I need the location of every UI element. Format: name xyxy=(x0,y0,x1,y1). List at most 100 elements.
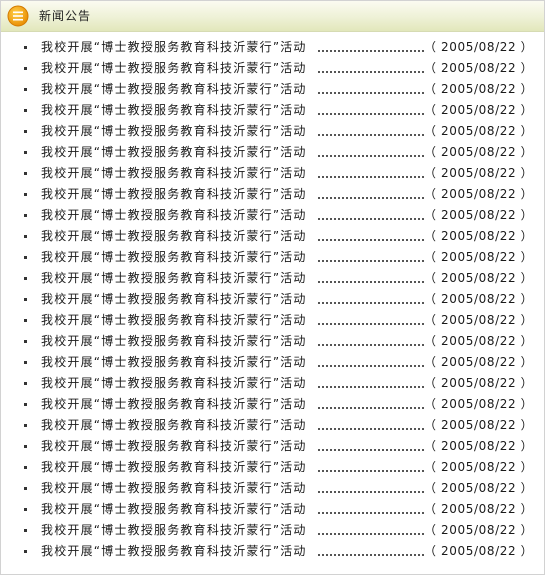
news-item: 我校开展“博士教授服务教育科技沂蒙行”活动 （ 2005/08/22 ） xyxy=(1,331,544,352)
news-title-link[interactable]: 我校开展“博士教授服务教育科技沂蒙行”活动 xyxy=(41,457,307,478)
bullet-icon xyxy=(24,466,27,469)
news-date: （ 2005/08/22 ） xyxy=(424,502,534,516)
bullet-icon xyxy=(24,256,27,259)
news-date: （ 2005/08/22 ） xyxy=(424,544,534,558)
news-title-link[interactable]: 我校开展“博士教授服务教育科技沂蒙行”活动 xyxy=(41,163,307,184)
news-item: 我校开展“博士教授服务教育科技沂蒙行”活动 （ 2005/08/22 ） xyxy=(1,121,544,142)
news-item: 我校开展“博士教授服务教育科技沂蒙行”活动 （ 2005/08/22 ） xyxy=(1,499,544,520)
news-title-link[interactable]: 我校开展“博士教授服务教育科技沂蒙行”活动 xyxy=(41,289,307,310)
news-title-link[interactable]: 我校开展“博士教授服务教育科技沂蒙行”活动 xyxy=(41,478,307,499)
news-date: （ 2005/08/22 ） xyxy=(424,250,534,264)
news-date: （ 2005/08/22 ） xyxy=(424,355,534,369)
news-item: 我校开展“博士教授服务教育科技沂蒙行”活动 （ 2005/08/22 ） xyxy=(1,394,544,415)
news-title-link[interactable]: 我校开展“博士教授服务教育科技沂蒙行”活动 xyxy=(41,352,307,373)
news-item: 我校开展“博士教授服务教育科技沂蒙行”活动 （ 2005/08/22 ） xyxy=(1,352,544,373)
news-panel: 新闻公告 我校开展“博士教授服务教育科技沂蒙行”活动 （ 2005/08/22 ）… xyxy=(0,0,545,575)
news-date: （ 2005/08/22 ） xyxy=(424,40,534,54)
dotted-leader xyxy=(318,176,424,179)
news-date: （ 2005/08/22 ） xyxy=(424,208,534,222)
dotted-leader xyxy=(318,344,424,347)
list-icon xyxy=(7,5,29,27)
bullet-icon xyxy=(24,508,27,511)
panel-header: 新闻公告 xyxy=(1,1,544,32)
dotted-leader xyxy=(318,365,424,368)
dotted-leader xyxy=(318,386,424,389)
news-title-link[interactable]: 我校开展“博士教授服务教育科技沂蒙行”活动 xyxy=(41,373,307,394)
news-title-link[interactable]: 我校开展“博士教授服务教育科技沂蒙行”活动 xyxy=(41,142,307,163)
bullet-icon xyxy=(24,445,27,448)
news-item: 我校开展“博士教授服务教育科技沂蒙行”活动 （ 2005/08/22 ） xyxy=(1,163,544,184)
news-title-link[interactable]: 我校开展“博士教授服务教育科技沂蒙行”活动 xyxy=(41,58,307,79)
news-item: 我校开展“博士教授服务教育科技沂蒙行”活动 （ 2005/08/22 ） xyxy=(1,184,544,205)
bullet-icon xyxy=(24,487,27,490)
news-title-link[interactable]: 我校开展“博士教授服务教育科技沂蒙行”活动 xyxy=(41,184,307,205)
news-title-link[interactable]: 我校开展“博士教授服务教育科技沂蒙行”活动 xyxy=(41,541,307,562)
news-item: 我校开展“博士教授服务教育科技沂蒙行”活动 （ 2005/08/22 ） xyxy=(1,37,544,58)
news-item: 我校开展“博士教授服务教育科技沂蒙行”活动 （ 2005/08/22 ） xyxy=(1,100,544,121)
dotted-leader xyxy=(318,197,424,200)
news-item: 我校开展“博士教授服务教育科技沂蒙行”活动 （ 2005/08/22 ） xyxy=(1,247,544,268)
news-date: （ 2005/08/22 ） xyxy=(424,292,534,306)
bullet-icon xyxy=(24,172,27,175)
bullet-icon xyxy=(24,340,27,343)
dotted-leader xyxy=(318,491,424,494)
news-title-link[interactable]: 我校开展“博士教授服务教育科技沂蒙行”活动 xyxy=(41,37,307,58)
bullet-icon xyxy=(24,550,27,553)
news-date: （ 2005/08/22 ） xyxy=(424,145,534,159)
news-title-link[interactable]: 我校开展“博士教授服务教育科技沂蒙行”活动 xyxy=(41,100,307,121)
bullet-icon xyxy=(24,424,27,427)
bullet-icon xyxy=(24,298,27,301)
dotted-leader xyxy=(318,50,424,53)
bullet-icon xyxy=(24,277,27,280)
dotted-leader xyxy=(318,281,424,284)
news-title-link[interactable]: 我校开展“博士教授服务教育科技沂蒙行”活动 xyxy=(41,268,307,289)
dotted-leader xyxy=(318,470,424,473)
news-date: （ 2005/08/22 ） xyxy=(424,523,534,537)
bullet-icon xyxy=(24,151,27,154)
news-item: 我校开展“博士教授服务教育科技沂蒙行”活动 （ 2005/08/22 ） xyxy=(1,205,544,226)
bullet-icon xyxy=(24,109,27,112)
news-item: 我校开展“博士教授服务教育科技沂蒙行”活动 （ 2005/08/22 ） xyxy=(1,478,544,499)
news-title-link[interactable]: 我校开展“博士教授服务教育科技沂蒙行”活动 xyxy=(41,226,307,247)
dotted-leader xyxy=(318,428,424,431)
dotted-leader xyxy=(318,71,424,74)
dotted-leader xyxy=(318,449,424,452)
news-item: 我校开展“博士教授服务教育科技沂蒙行”活动 （ 2005/08/22 ） xyxy=(1,415,544,436)
bullet-icon xyxy=(24,235,27,238)
news-date: （ 2005/08/22 ） xyxy=(424,418,534,432)
bullet-icon xyxy=(24,382,27,385)
dotted-leader xyxy=(318,155,424,158)
news-title-link[interactable]: 我校开展“博士教授服务教育科技沂蒙行”活动 xyxy=(41,121,307,142)
dotted-leader xyxy=(318,512,424,515)
news-title-link[interactable]: 我校开展“博士教授服务教育科技沂蒙行”活动 xyxy=(41,394,307,415)
bullet-icon xyxy=(24,361,27,364)
dotted-leader xyxy=(318,92,424,95)
bullet-icon xyxy=(24,214,27,217)
news-item: 我校开展“博士教授服务教育科技沂蒙行”活动 （ 2005/08/22 ） xyxy=(1,142,544,163)
bullet-icon xyxy=(24,403,27,406)
news-title-link[interactable]: 我校开展“博士教授服务教育科技沂蒙行”活动 xyxy=(41,520,307,541)
news-title-link[interactable]: 我校开展“博士教授服务教育科技沂蒙行”活动 xyxy=(41,310,307,331)
news-date: （ 2005/08/22 ） xyxy=(424,229,534,243)
news-title-link[interactable]: 我校开展“博士教授服务教育科技沂蒙行”活动 xyxy=(41,499,307,520)
news-title-link[interactable]: 我校开展“博士教授服务教育科技沂蒙行”活动 xyxy=(41,331,307,352)
news-date: （ 2005/08/22 ） xyxy=(424,166,534,180)
news-title-link[interactable]: 我校开展“博士教授服务教育科技沂蒙行”活动 xyxy=(41,436,307,457)
news-item: 我校开展“博士教授服务教育科技沂蒙行”活动 （ 2005/08/22 ） xyxy=(1,373,544,394)
news-title-link[interactable]: 我校开展“博士教授服务教育科技沂蒙行”活动 xyxy=(41,79,307,100)
news-item: 我校开展“博士教授服务教育科技沂蒙行”活动 （ 2005/08/22 ） xyxy=(1,310,544,331)
news-item: 我校开展“博士教授服务教育科技沂蒙行”活动 （ 2005/08/22 ） xyxy=(1,268,544,289)
news-date: （ 2005/08/22 ） xyxy=(424,103,534,117)
news-title-link[interactable]: 我校开展“博士教授服务教育科技沂蒙行”活动 xyxy=(41,415,307,436)
dotted-leader xyxy=(318,302,424,305)
bullet-icon xyxy=(24,67,27,70)
dotted-leader xyxy=(318,113,424,116)
news-list: 我校开展“博士教授服务教育科技沂蒙行”活动 （ 2005/08/22 ） 我校开展“… xyxy=(1,37,544,562)
dotted-leader xyxy=(318,134,424,137)
news-date: （ 2005/08/22 ） xyxy=(424,82,534,96)
dotted-leader xyxy=(318,260,424,263)
news-item: 我校开展“博士教授服务教育科技沂蒙行”活动 （ 2005/08/22 ） xyxy=(1,58,544,79)
news-title-link[interactable]: 我校开展“博士教授服务教育科技沂蒙行”活动 xyxy=(41,205,307,226)
dotted-leader xyxy=(318,533,424,536)
news-title-link[interactable]: 我校开展“博士教授服务教育科技沂蒙行”活动 xyxy=(41,247,307,268)
